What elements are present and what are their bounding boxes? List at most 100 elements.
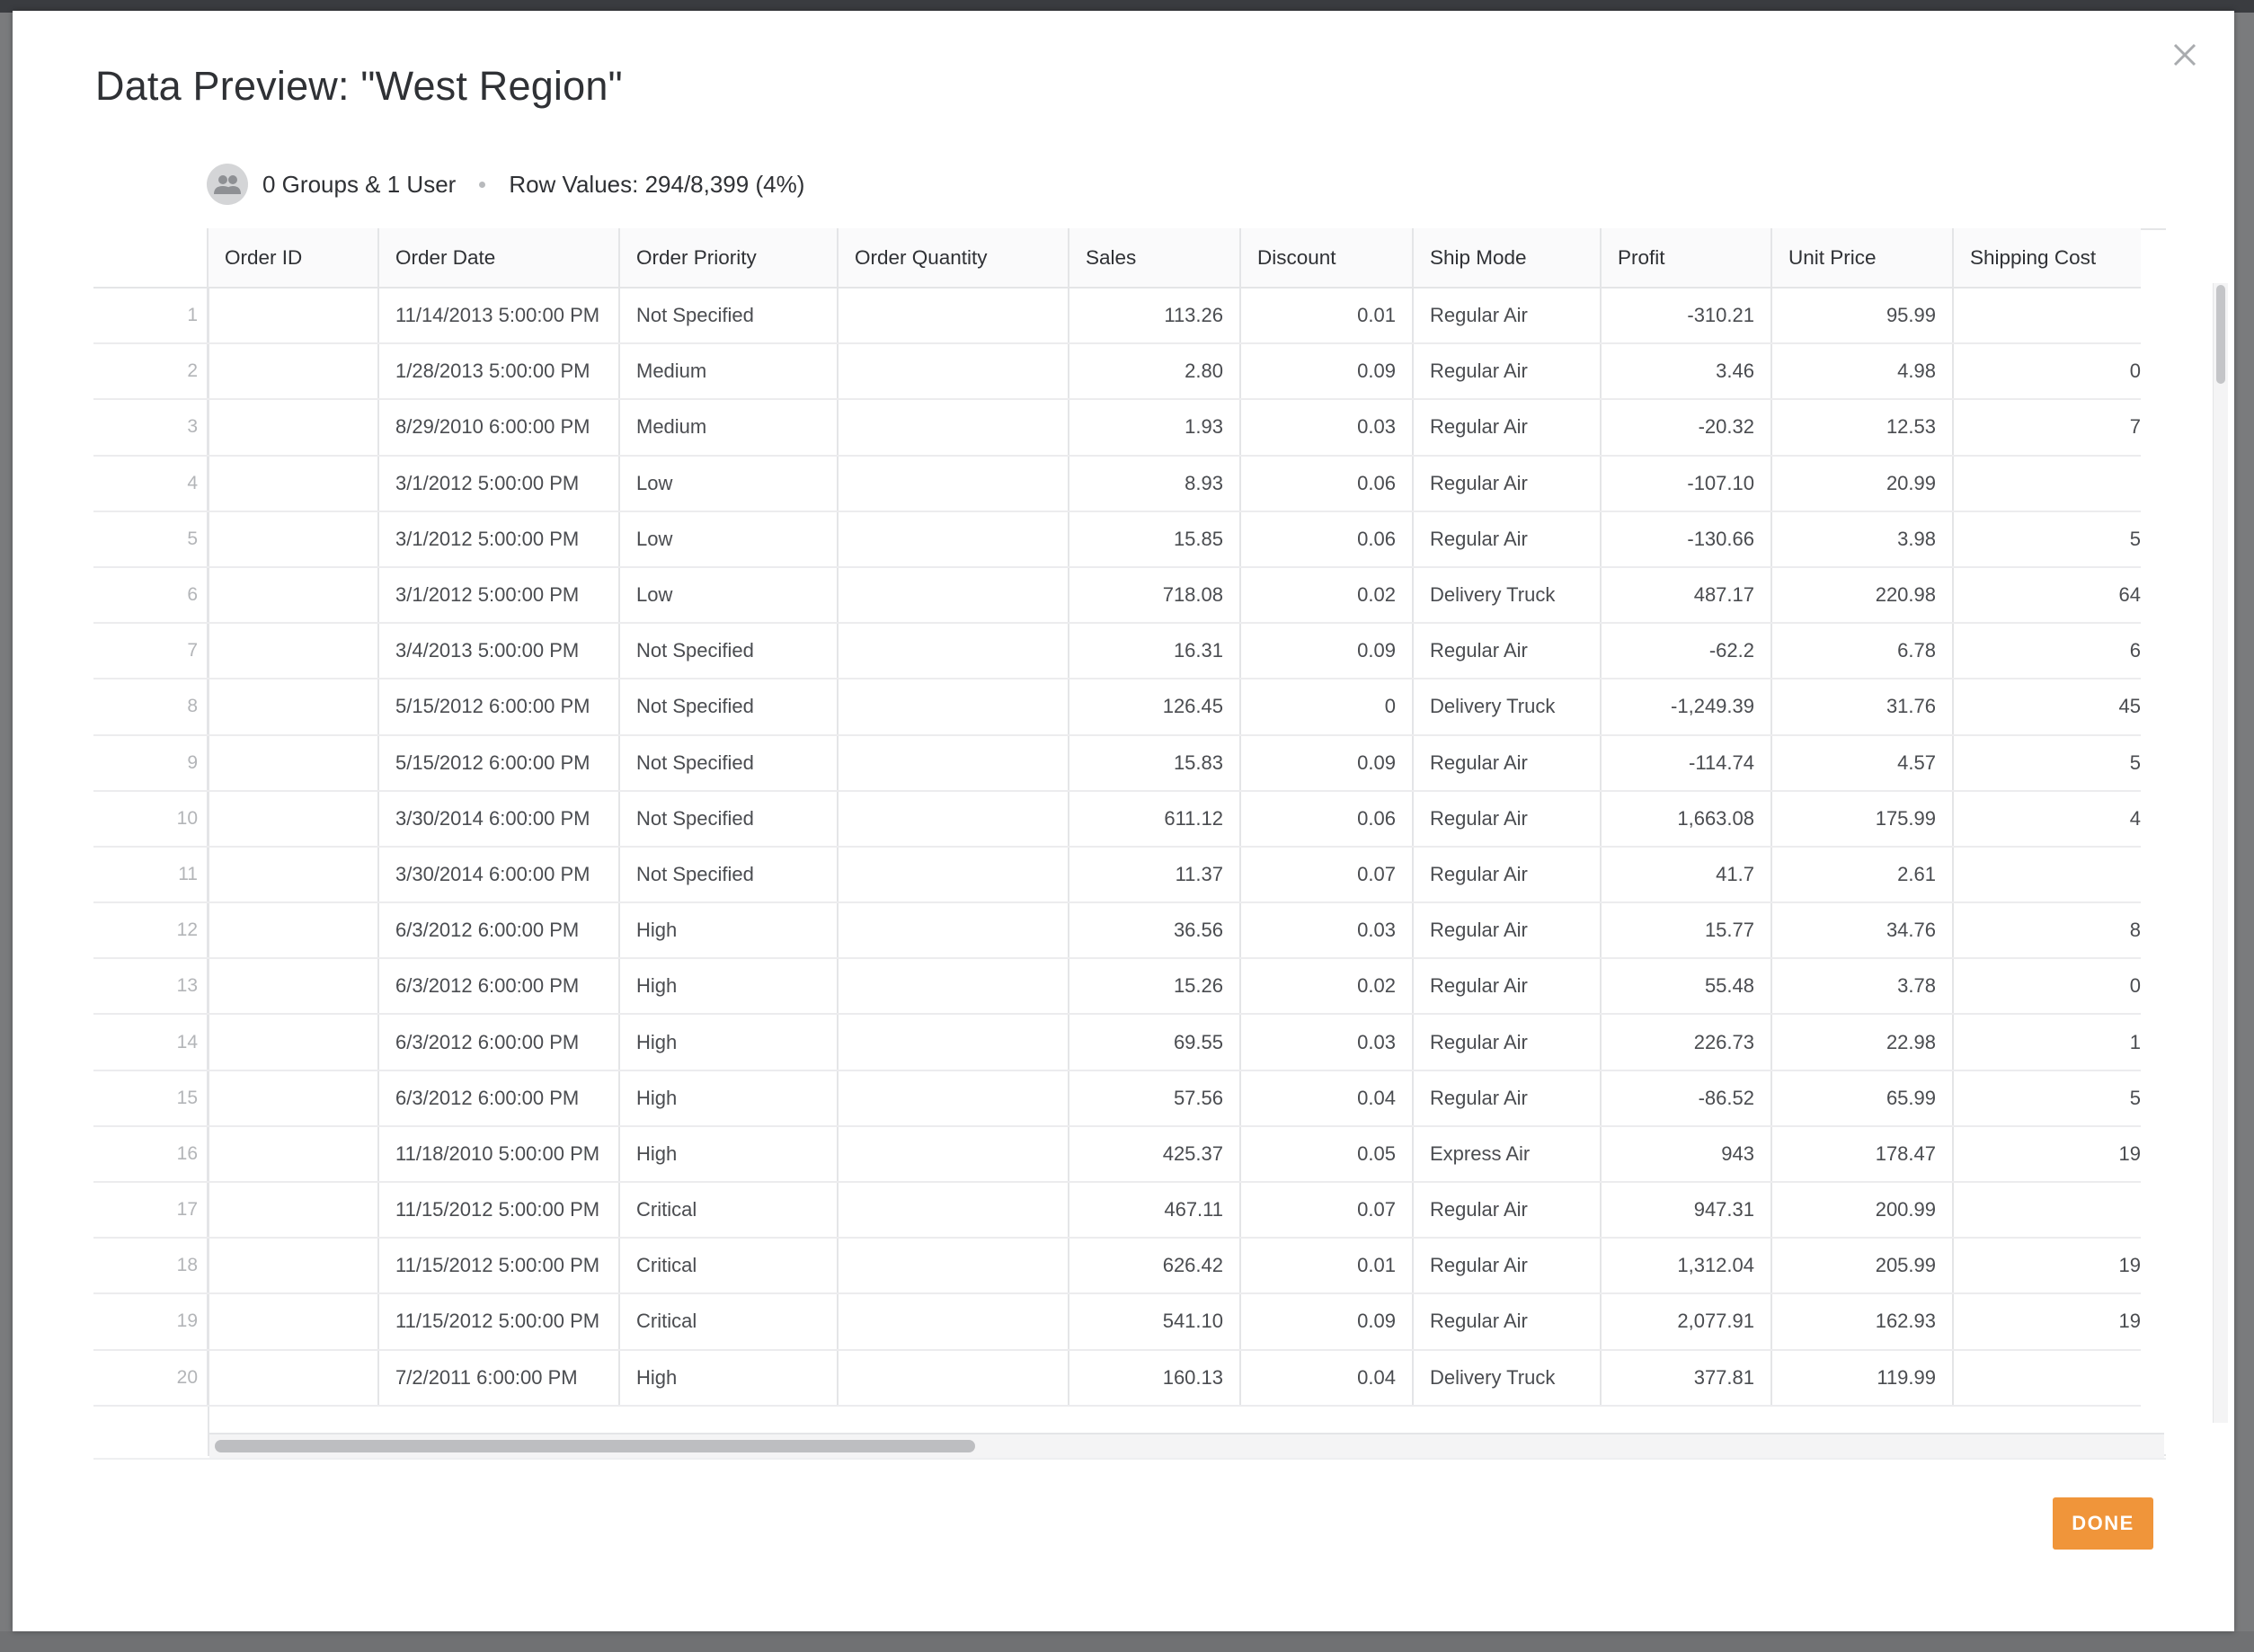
cell-unit-price: 12.53 xyxy=(1771,399,1954,457)
cell-order-priority: High xyxy=(619,1349,839,1407)
table-row[interactable]: 7 3/4/2013 5:00:00 PM Not Specified 16.31 0.… xyxy=(93,623,2141,680)
column-header-ship-mode[interactable]: Ship Mode xyxy=(1413,228,1602,289)
horizontal-scrollbar[interactable] xyxy=(209,1433,2164,1458)
cell-unit-price: 6.78 xyxy=(1771,623,1954,680)
table-row[interactable]: 19 11/15/2012 5:00:00 PM Critical 541.10 0.0… xyxy=(93,1293,2141,1351)
cell-unit-price: 34.76 xyxy=(1771,902,1954,960)
cell-order-quantity xyxy=(838,902,1069,960)
row-number: 20 xyxy=(93,1349,209,1407)
cell-order-priority: High xyxy=(619,1070,839,1127)
cell-order-priority: Low xyxy=(619,511,839,568)
column-header-profit[interactable]: Profit xyxy=(1601,228,1772,289)
table-row[interactable]: 12 6/3/2012 6:00:00 PM High 36.56 0.03 Regula… xyxy=(93,902,2141,960)
table-row[interactable]: 8 5/15/2012 6:00:00 PM Not Specified 126.45… xyxy=(93,679,2141,736)
table-row[interactable]: 6 3/1/2012 5:00:00 PM Low 718.08 0.02 Deliver… xyxy=(93,566,2141,625)
table-row[interactable]: 17 11/15/2012 5:00:00 PM Critical 467.11 0.0… xyxy=(93,1182,2141,1239)
done-button[interactable]: DONE xyxy=(2053,1497,2153,1550)
cell-discount: 0.04 xyxy=(1240,1349,1414,1407)
cell-discount: 0.09 xyxy=(1240,343,1414,401)
table-row[interactable]: 3 8/29/2010 6:00:00 PM Medium 1.93 0.03 Regul… xyxy=(93,399,2141,457)
cell-profit: 3.46 xyxy=(1601,343,1772,401)
table-row[interactable]: 1 11/14/2013 5:00:00 PM Not Specified 113.2… xyxy=(93,288,2141,345)
table-row[interactable]: 20 7/2/2011 6:00:00 PM High 160.13 0.04 Deliv… xyxy=(93,1349,2141,1407)
cell-order-quantity xyxy=(838,734,1069,792)
cell-order-priority: Not Specified xyxy=(619,679,839,736)
cell-order-id xyxy=(208,1349,379,1407)
cell-order-date: 3/1/2012 5:00:00 PM xyxy=(378,511,620,568)
cell-unit-price: 31.76 xyxy=(1771,679,1954,736)
column-header-unit-price[interactable]: Unit Price xyxy=(1771,228,1954,289)
table-row[interactable]: 10 3/30/2014 6:00:00 PM Not Specified 611.1… xyxy=(93,790,2141,848)
table-row[interactable]: 16 11/18/2010 5:00:00 PM High 425.37 0.05 Exp… xyxy=(93,1125,2141,1184)
access-summary[interactable]: 0 Groups & 1 User xyxy=(262,171,456,199)
vertical-scrollbar-thumb[interactable] xyxy=(2216,285,2225,384)
cell-order-date: 5/15/2012 6:00:00 PM xyxy=(378,734,620,792)
cell-order-quantity xyxy=(838,790,1069,848)
table-row[interactable]: 9 5/15/2012 6:00:00 PM Not Specified 15.83 0… xyxy=(93,734,2141,792)
cell-unit-price: 95.99 xyxy=(1771,288,1954,345)
vertical-scrollbar[interactable] xyxy=(2213,283,2228,1423)
people-icon xyxy=(207,164,248,205)
row-number: 18 xyxy=(93,1238,209,1295)
table-row[interactable]: 11 3/30/2014 6:00:00 PM Not Specified 11.37… xyxy=(93,846,2141,904)
cell-discount: 0.03 xyxy=(1240,399,1414,457)
cell-order-id xyxy=(208,455,379,512)
cell-order-id xyxy=(208,790,379,848)
table-row[interactable]: 5 3/1/2012 5:00:00 PM Low 15.85 0.06 Regular … xyxy=(93,511,2141,568)
data-preview-modal: Data Preview: "West Region" 0 Groups & 1… xyxy=(13,11,2234,1631)
cell-order-id xyxy=(208,734,379,792)
table-row[interactable]: 2 1/28/2013 5:00:00 PM Medium 2.80 0.09 Regul… xyxy=(93,343,2141,401)
cell-shipping-cost: 7 xyxy=(1953,399,2141,457)
cell-profit: -107.10 xyxy=(1601,455,1772,512)
cell-profit: 943 xyxy=(1601,1125,1772,1184)
cell-profit: -114.74 xyxy=(1601,734,1772,792)
cell-shipping-cost xyxy=(1953,1349,2141,1407)
cell-order-date: 11/14/2013 5:00:00 PM xyxy=(378,288,620,345)
cell-order-priority: Medium xyxy=(619,343,839,401)
cell-unit-price: 162.93 xyxy=(1771,1293,1954,1351)
cell-sales: 626.42 xyxy=(1069,1238,1241,1295)
table-row[interactable]: 13 6/3/2012 6:00:00 PM High 15.26 0.02 Regula… xyxy=(93,958,2141,1016)
cell-discount: 0.06 xyxy=(1240,455,1414,512)
cell-ship-mode: Regular Air xyxy=(1413,790,1602,848)
row-number: 13 xyxy=(93,958,209,1016)
cell-ship-mode: Regular Air xyxy=(1413,511,1602,568)
table-row[interactable]: 15 6/3/2012 6:00:00 PM High 57.56 0.04 Regula… xyxy=(93,1070,2141,1127)
cell-order-priority: Medium xyxy=(619,399,839,457)
cell-discount: 0.04 xyxy=(1240,1070,1414,1127)
cell-ship-mode: Regular Air xyxy=(1413,846,1602,904)
cell-order-priority: Not Specified xyxy=(619,623,839,680)
cell-profit: 377.81 xyxy=(1601,1349,1772,1407)
row-number: 8 xyxy=(93,679,209,736)
column-header-shipping-cost[interactable]: Shipping Cost xyxy=(1953,228,2141,289)
horizontal-scrollbar-thumb[interactable] xyxy=(215,1440,975,1452)
close-icon[interactable] xyxy=(2162,32,2207,77)
background-app-left xyxy=(0,13,13,1652)
cell-order-quantity xyxy=(838,958,1069,1016)
row-number: 4 xyxy=(93,455,209,512)
column-header-order-date[interactable]: Order Date xyxy=(378,228,620,289)
column-header-sales[interactable]: Sales xyxy=(1069,228,1241,289)
row-number: 6 xyxy=(93,566,209,625)
table-row[interactable]: 14 6/3/2012 6:00:00 PM High 69.55 0.03 Regula… xyxy=(93,1014,2141,1071)
table-row[interactable]: 4 3/1/2012 5:00:00 PM Low 8.93 0.06 Regular A… xyxy=(93,455,2141,512)
cell-shipping-cost xyxy=(1953,288,2141,345)
row-number: 12 xyxy=(93,902,209,960)
column-header-discount[interactable]: Discount xyxy=(1240,228,1414,289)
cell-order-id xyxy=(208,288,379,345)
cell-discount: 0.02 xyxy=(1240,958,1414,1016)
cell-ship-mode: Regular Air xyxy=(1413,288,1602,345)
column-header-order-quantity[interactable]: Order Quantity xyxy=(838,228,1069,289)
cell-order-quantity xyxy=(838,1014,1069,1071)
cell-shipping-cost: 1 xyxy=(1953,1014,2141,1071)
cell-order-quantity xyxy=(838,679,1069,736)
cell-order-priority: High xyxy=(619,902,839,960)
table-row[interactable]: 18 11/15/2012 5:00:00 PM Critical 626.42 0.0… xyxy=(93,1238,2141,1295)
cell-unit-price: 4.98 xyxy=(1771,343,1954,401)
cell-order-id xyxy=(208,1070,379,1127)
cell-order-id xyxy=(208,1182,379,1239)
footer-divider xyxy=(93,1458,2166,1460)
data-table: Order ID Order Date Order Priority Order… xyxy=(93,228,2141,1407)
column-header-order-priority[interactable]: Order Priority xyxy=(619,228,839,289)
column-header-order-id[interactable]: Order ID xyxy=(208,228,379,289)
